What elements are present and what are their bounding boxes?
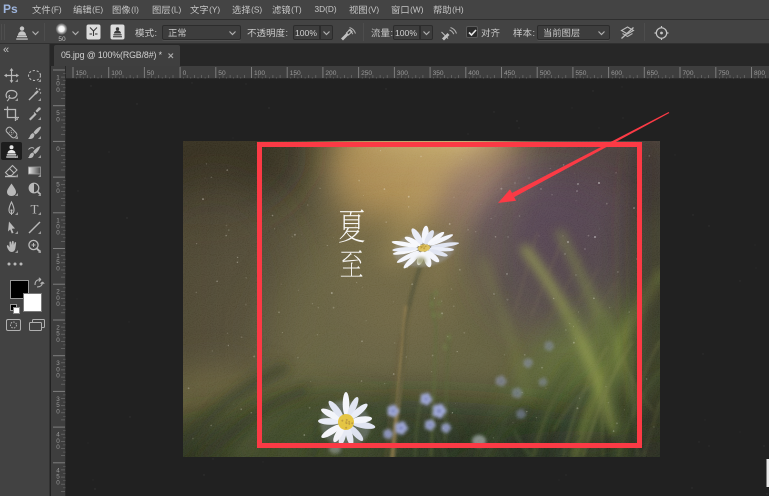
svg-text:(F): (F)	[51, 5, 62, 15]
svg-text:350: 350	[433, 70, 444, 77]
svg-text:50: 50	[147, 70, 155, 77]
svg-text:0: 0	[56, 230, 60, 237]
svg-text::: :	[155, 27, 158, 37]
svg-text:(T): (T)	[291, 5, 302, 15]
svg-text::: :	[286, 27, 289, 37]
svg-text:800: 800	[754, 70, 765, 77]
svg-text:0: 0	[56, 337, 60, 344]
svg-text:500: 500	[540, 70, 551, 77]
svg-text:(Y): (Y)	[209, 5, 220, 15]
svg-text:0: 0	[56, 408, 60, 415]
svg-text:0: 0	[56, 116, 60, 123]
svg-text:(S): (S)	[251, 5, 262, 15]
svg-text:300: 300	[397, 70, 408, 77]
svg-text:0: 0	[56, 444, 60, 451]
svg-text:3D(D): 3D(D)	[315, 4, 337, 14]
svg-text:0: 0	[56, 301, 60, 308]
svg-text:650: 650	[647, 70, 658, 77]
svg-text:100: 100	[254, 70, 265, 77]
svg-text:0: 0	[56, 87, 60, 94]
svg-text:0: 0	[56, 146, 60, 153]
svg-text:(W): (W)	[410, 5, 424, 15]
svg-text:150: 150	[290, 70, 301, 77]
svg-text:550: 550	[575, 70, 586, 77]
svg-text:0: 0	[56, 373, 60, 380]
svg-text:100: 100	[111, 70, 122, 77]
svg-text:400: 400	[468, 70, 479, 77]
svg-text:(H): (H)	[452, 5, 464, 15]
svg-text:600: 600	[611, 70, 622, 77]
svg-text:50: 50	[218, 70, 226, 77]
svg-text:0: 0	[56, 265, 60, 272]
svg-text:(I): (I)	[131, 5, 139, 15]
svg-text:0: 0	[56, 480, 60, 487]
svg-text:750: 750	[718, 70, 729, 77]
svg-text:200: 200	[325, 70, 336, 77]
svg-text:700: 700	[683, 70, 694, 77]
svg-text:0: 0	[56, 188, 60, 195]
svg-text:(L): (L)	[171, 5, 181, 15]
svg-text:0: 0	[183, 70, 187, 77]
svg-text::: :	[532, 27, 535, 37]
svg-text:150: 150	[76, 70, 87, 77]
svg-text:(V): (V)	[368, 5, 379, 15]
svg-text:(E): (E)	[92, 5, 103, 15]
svg-text:450: 450	[504, 70, 515, 77]
svg-text:250: 250	[361, 70, 372, 77]
svg-text:T: T	[31, 202, 39, 217]
